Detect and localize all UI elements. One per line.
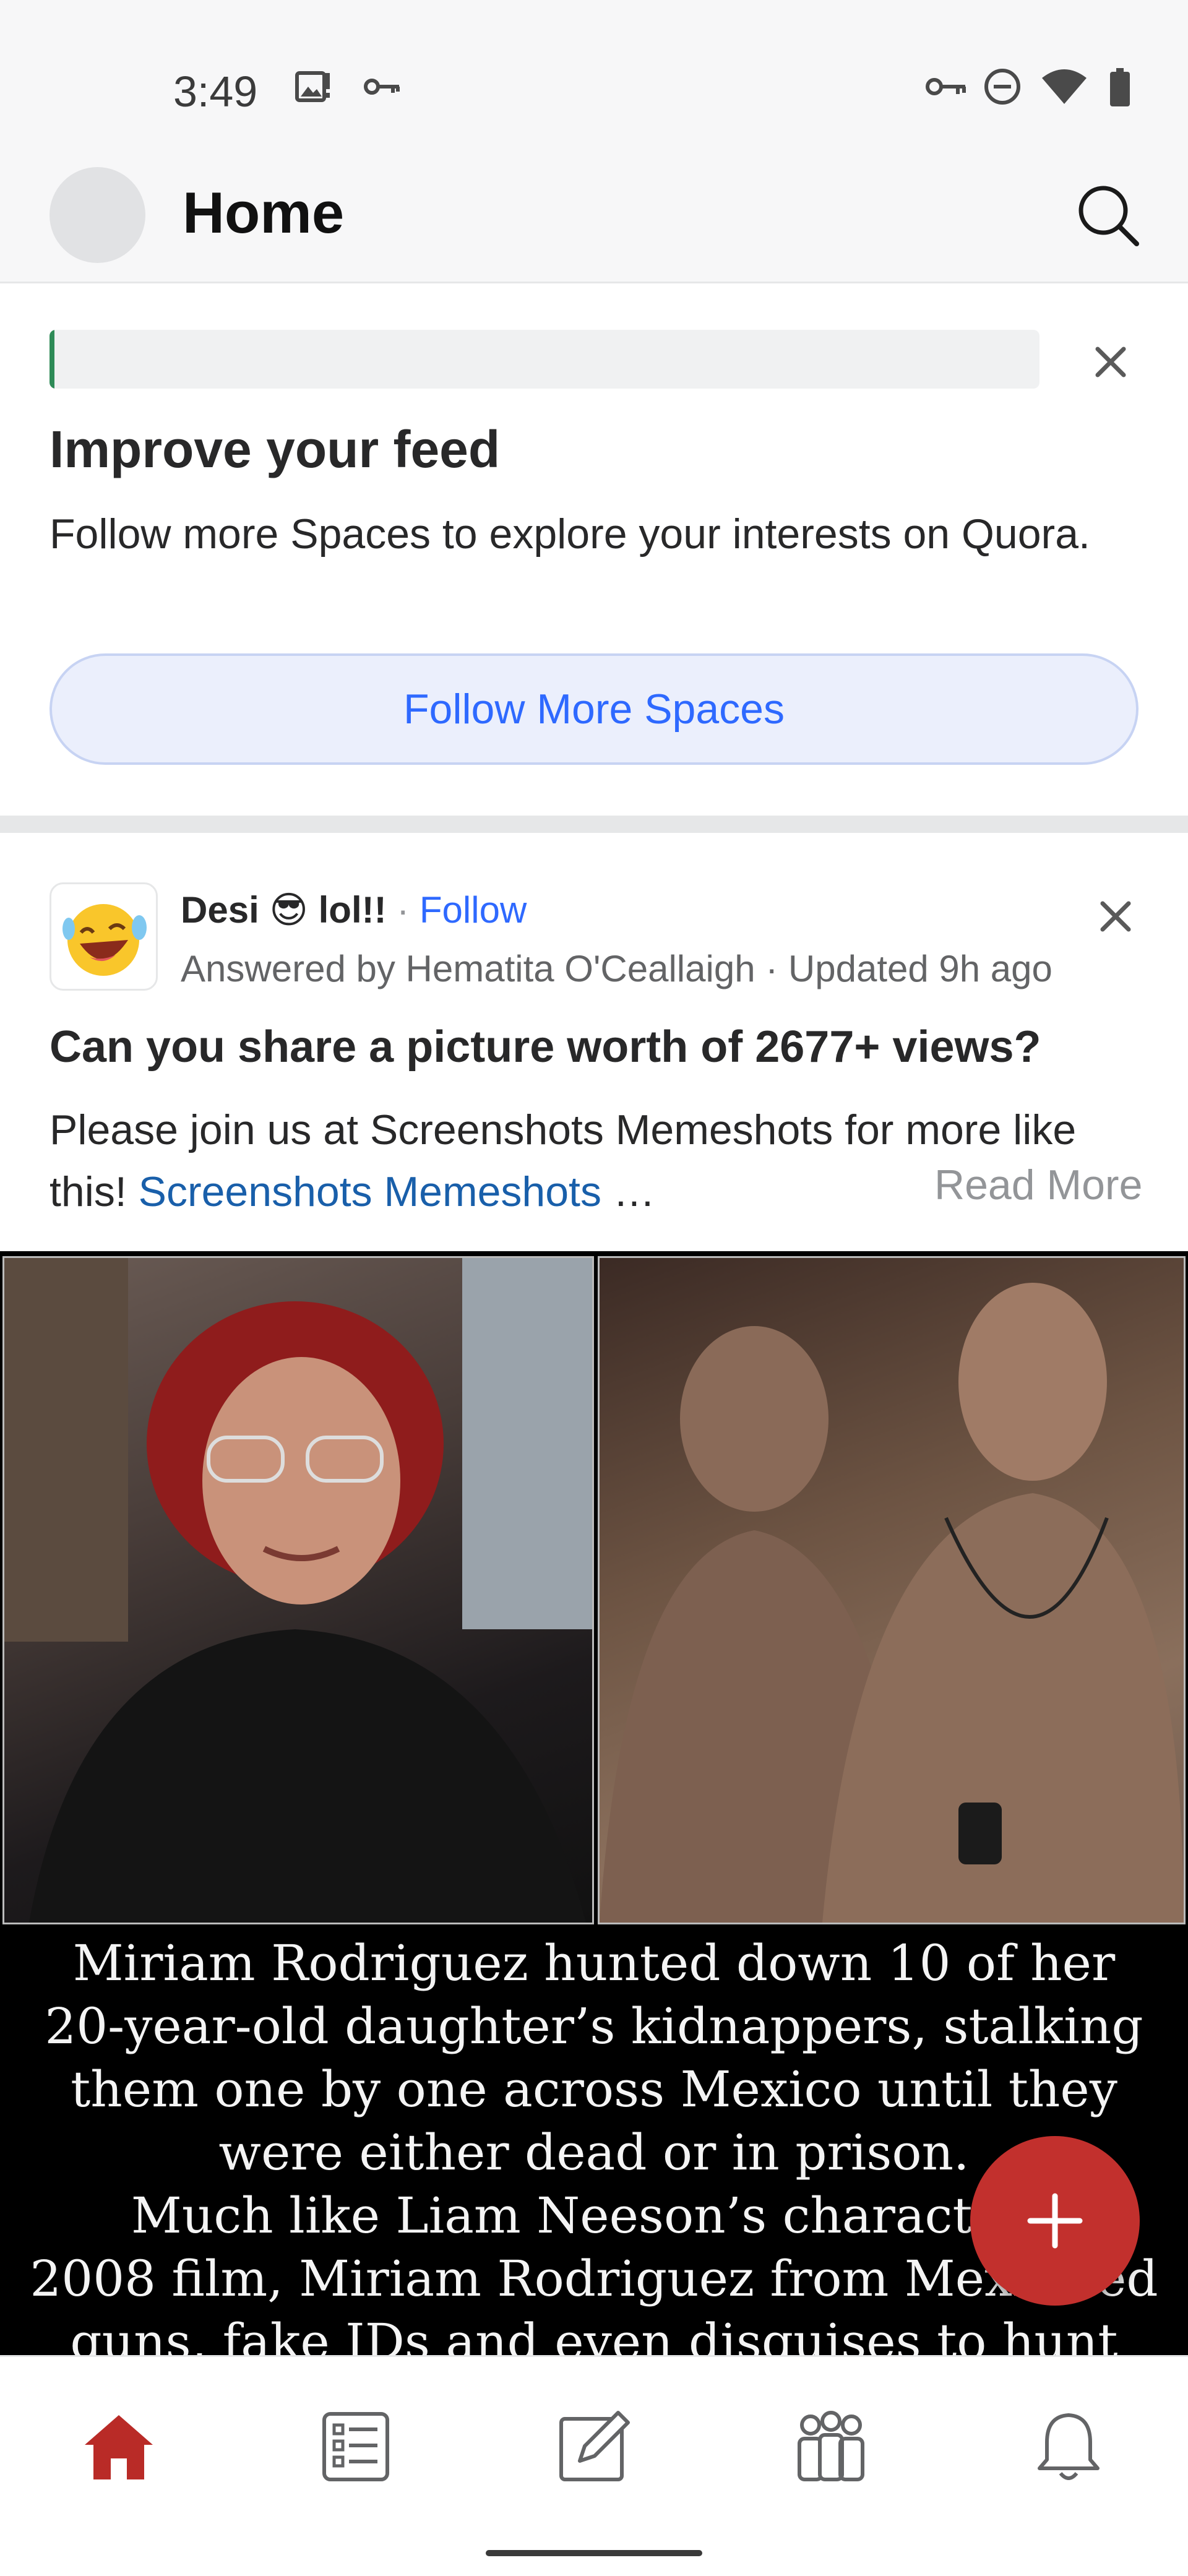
excerpt-ellipsis: …	[601, 1168, 655, 1215]
answer-byline[interactable]: Answered by Hematita O'Ceallaigh · Updat…	[181, 947, 1052, 990]
caption-line: them one by one across Mexico until they	[71, 2061, 1117, 2118]
woman-portrait-illustration	[4, 1258, 592, 1923]
plus-icon	[1027, 2193, 1083, 2249]
vpn-key-icon	[926, 78, 966, 95]
spaces-icon[interactable]	[791, 2406, 871, 2487]
improve-feed-card: Improve your feed Follow more Spaces to …	[0, 283, 1188, 816]
close-icon[interactable]	[1094, 895, 1137, 938]
improve-feed-title: Improve your feed	[50, 420, 501, 478]
follow-more-spaces-button[interactable]: Follow More Spaces	[50, 653, 1138, 765]
woman-photo	[2, 1256, 594, 1924]
caption-line: 20-year-old daughter’s kidnappers, stalk…	[45, 1997, 1143, 2055]
space-logo[interactable]	[50, 882, 158, 991]
feed-progress-fill	[50, 330, 54, 389]
section-divider	[0, 816, 1188, 833]
caption-line: Miriam Rodriguez hunted down 10 of her	[72, 1934, 1116, 1992]
battery-icon	[1110, 68, 1130, 106]
notifications-icon[interactable]	[1028, 2406, 1109, 2487]
question-title[interactable]: Can you share a picture worth of 2677+ v…	[50, 1022, 1163, 1072]
tattooed-men-illustration	[600, 1283, 1184, 1923]
following-icon[interactable]	[316, 2406, 396, 2487]
caption-line: guns, fake IDs and even disguises to hun…	[70, 2313, 1118, 2355]
image-notification-icon	[295, 71, 330, 102]
men-photo	[598, 1256, 1186, 1924]
status-time: 3:49	[173, 67, 258, 116]
answer-icon[interactable]	[554, 2406, 634, 2487]
wifi-icon	[1042, 69, 1087, 104]
separator-dot: ·	[397, 889, 410, 931]
space-name-text: Desi 😎 lol!!	[181, 889, 387, 931]
laughing-emoji-icon	[62, 904, 147, 976]
space-name[interactable]: Desi 😎 lol!! · Follow	[181, 889, 527, 932]
improve-feed-text: Follow more Spaces to explore your inter…	[50, 510, 1090, 558]
do-not-disturb-icon	[984, 69, 1020, 105]
read-more-link[interactable]: Read More	[922, 1161, 1143, 1209]
status-bar: 3:49	[0, 0, 1188, 161]
gesture-home-bar[interactable]	[486, 2550, 702, 2556]
close-icon[interactable]	[1089, 340, 1132, 384]
home-icon[interactable]	[79, 2406, 159, 2487]
page-title: Home	[183, 180, 345, 245]
app-header: Home	[0, 161, 1188, 283]
profile-avatar[interactable]	[50, 167, 145, 263]
search-icon[interactable]	[1074, 181, 1142, 249]
bottom-navigation	[0, 2355, 1188, 2576]
key-icon	[364, 79, 400, 95]
add-post-button[interactable]	[970, 2136, 1140, 2306]
follow-space-link[interactable]: Follow	[420, 889, 527, 931]
excerpt-link[interactable]: Screenshots Memeshots	[139, 1168, 601, 1215]
feed-post: Desi 😎 lol!! · Follow Answered by Hemati…	[0, 833, 1188, 2355]
feed-progress-bar	[50, 330, 1040, 389]
